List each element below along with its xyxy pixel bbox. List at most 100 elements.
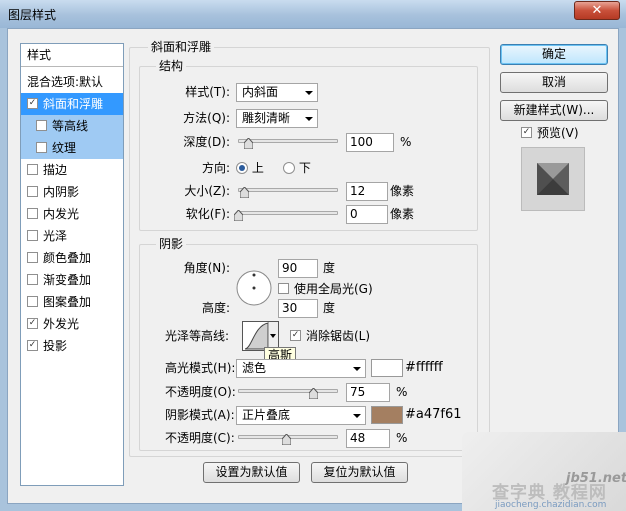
gloss-contour-label: 光泽等高线:	[165, 329, 230, 343]
sidebar-item-contour[interactable]: 等高线	[21, 115, 123, 137]
angle-dial[interactable]	[236, 270, 272, 309]
shadow-mode-label: 阴影模式(A):	[165, 408, 235, 422]
highlight-opacity-input[interactable]: 75	[346, 383, 390, 402]
gloss-contour-dropdown[interactable]	[268, 322, 278, 350]
highlight-color-swatch[interactable]	[371, 359, 403, 377]
technique-select[interactable]: 雕刻清晰	[236, 109, 318, 128]
chevron-down-icon	[305, 91, 313, 95]
angle-label: 角度(N):	[183, 261, 230, 275]
anti-aliased-label: 消除锯齿(L)	[306, 329, 371, 343]
checkbox-gradient-overlay[interactable]	[27, 274, 38, 285]
anti-aliased-option[interactable]: ✓ 消除锯齿(L)	[290, 327, 370, 345]
altitude-label: 高度:	[201, 301, 230, 315]
sidebar-item-pattern-overlay[interactable]: 图案叠加	[21, 291, 123, 313]
technique-select-value: 雕刻清晰	[242, 111, 291, 125]
sidebar-item-inner-glow[interactable]: 内发光	[21, 203, 123, 225]
sidebar-item-satin[interactable]: 光泽	[21, 225, 123, 247]
preview-label: 预览(V)	[537, 126, 579, 140]
checkbox-inner-glow[interactable]	[27, 208, 38, 219]
highlight-mode-value: 滤色	[242, 361, 267, 375]
global-light-option[interactable]: 使用全局光(G)	[278, 280, 373, 298]
soften-label: 软化(F):	[185, 207, 230, 221]
sidebar-item-label: 内阴影	[43, 185, 80, 199]
sidebar-item-color-overlay[interactable]: 颜色叠加	[21, 247, 123, 269]
altitude-input[interactable]: 30	[278, 299, 318, 318]
checkbox-drop-shadow[interactable]: ✓	[27, 340, 38, 351]
size-unit: 像素	[390, 184, 415, 198]
size-slider-thumb[interactable]	[240, 187, 249, 198]
checkbox-pattern-overlay[interactable]	[27, 296, 38, 307]
bevel-emboss-title: 斜面和浮雕	[148, 40, 215, 54]
depth-unit: %	[400, 135, 412, 149]
sidebar-item-texture[interactable]: 纹理	[21, 137, 123, 159]
sidebar-item-label: 描边	[43, 163, 68, 177]
shadow-mode-select[interactable]: 正片叠底	[236, 406, 366, 425]
make-default-button[interactable]: 设置为默认值	[203, 462, 300, 483]
highlight-opacity-label: 不透明度(O):	[165, 385, 236, 399]
soften-unit: 像素	[390, 207, 415, 221]
angle-unit: 度	[323, 261, 336, 275]
style-select[interactable]: 内斜面	[236, 83, 318, 102]
checkbox-preview[interactable]: ✓	[521, 127, 532, 138]
title-bar: 图层样式	[0, 0, 626, 28]
preview-option[interactable]: ✓ 预览(V)	[521, 124, 579, 142]
chevron-down-icon	[270, 334, 276, 338]
reset-default-button[interactable]: 复位为默认值	[311, 462, 408, 483]
soften-slider-track[interactable]	[238, 211, 338, 215]
ok-button[interactable]: 确定	[500, 44, 608, 65]
checkbox-anti-aliased[interactable]: ✓	[290, 330, 301, 341]
styles-list: 样式 混合选项:默认 ✓ 斜面和浮雕 等高线 纹理 描边 内阴影 内发光 光泽 颜…	[20, 43, 124, 486]
chevron-down-icon	[353, 367, 361, 371]
checkbox-color-overlay[interactable]	[27, 252, 38, 263]
structure-title: 结构	[156, 59, 187, 73]
checkbox-satin[interactable]	[27, 230, 38, 241]
new-style-button[interactable]: 新建样式(W)...	[500, 100, 608, 121]
direction-down-option[interactable]: 下	[283, 159, 311, 177]
soften-input[interactable]: 0	[346, 205, 388, 224]
angle-input[interactable]: 90	[278, 259, 318, 278]
shadow-mode-value: 正片叠底	[242, 408, 291, 422]
depth-slider-track[interactable]	[238, 139, 338, 143]
sidebar-item-bevel-emboss[interactable]: ✓ 斜面和浮雕	[21, 93, 123, 115]
shadow-color-swatch[interactable]	[371, 406, 403, 424]
checkbox-global-light[interactable]	[278, 283, 289, 294]
depth-slider-thumb[interactable]	[244, 138, 253, 149]
sidebar-item-inner-shadow[interactable]: 内阴影	[21, 181, 123, 203]
sidebar-item-label: 斜面和浮雕	[43, 97, 104, 111]
sidebar-item-label: 图案叠加	[43, 295, 92, 309]
checkbox-inner-shadow[interactable]	[27, 186, 38, 197]
sidebar-item-drop-shadow[interactable]: ✓ 投影	[21, 335, 123, 357]
chevron-down-icon	[305, 117, 313, 121]
highlight-opacity-thumb[interactable]	[309, 388, 318, 399]
direction-down-radio[interactable]	[283, 161, 295, 174]
depth-input[interactable]: 100	[346, 133, 394, 152]
checkbox-texture[interactable]	[36, 142, 47, 153]
cancel-button[interactable]: 取消	[500, 72, 608, 93]
direction-label: 方向:	[201, 161, 230, 175]
checkbox-bevel-emboss[interactable]: ✓	[27, 98, 38, 109]
sidebar-item-blending-options[interactable]: 混合选项:默认	[21, 71, 123, 93]
technique-label: 方法(Q):	[183, 111, 230, 125]
sidebar-item-gradient-overlay[interactable]: 渐变叠加	[21, 269, 123, 291]
sidebar-item-stroke[interactable]: 描边	[21, 159, 123, 181]
sidebar-item-outer-glow[interactable]: ✓ 外发光	[21, 313, 123, 335]
size-label: 大小(Z):	[184, 184, 230, 198]
window-title: 图层样式	[8, 8, 57, 22]
checkbox-stroke[interactable]	[27, 164, 38, 175]
highlight-mode-label: 高光模式(H):	[165, 361, 236, 375]
checkbox-contour[interactable]	[36, 120, 47, 131]
size-slider-track[interactable]	[238, 188, 338, 192]
highlight-mode-select[interactable]: 滤色	[236, 359, 366, 378]
depth-label: 深度(D):	[183, 135, 230, 149]
soften-slider-thumb[interactable]	[234, 210, 243, 221]
direction-up-option[interactable]: 上	[236, 159, 264, 177]
direction-up-radio[interactable]	[236, 161, 248, 174]
sidebar-item-label: 混合选项:默认	[27, 75, 104, 89]
shadow-opacity-input[interactable]: 48	[346, 429, 390, 448]
sidebar-item-label: 颜色叠加	[43, 251, 92, 265]
close-button[interactable]: ✕	[574, 1, 620, 20]
shadow-opacity-thumb[interactable]	[282, 434, 291, 445]
highlight-opacity-track[interactable]	[238, 389, 338, 393]
size-input[interactable]: 12	[346, 182, 388, 201]
checkbox-outer-glow[interactable]: ✓	[27, 318, 38, 329]
